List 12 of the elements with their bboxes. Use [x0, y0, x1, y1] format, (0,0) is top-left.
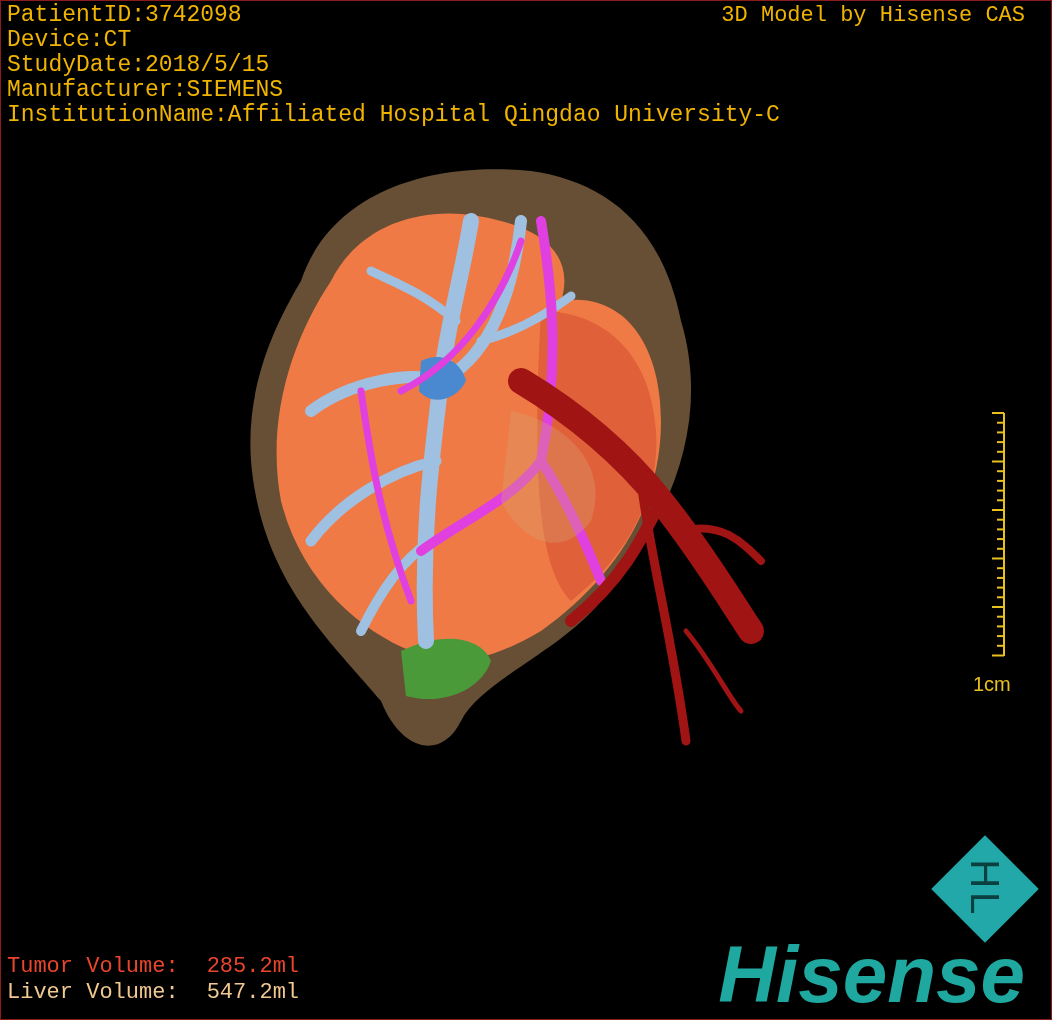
volume-label: Liver Volume:	[7, 980, 179, 1006]
logo-mark: HL	[931, 835, 1039, 943]
study-info-text: PatientID:3742098	[7, 3, 242, 28]
study-info-text: InstitutionName:Affiliated Hospital Qingdao University-C	[7, 103, 780, 128]
scale-label: 1cm	[973, 672, 1011, 697]
study-info-text: Manufacturer:SIEMENS	[7, 78, 284, 103]
study-info-text: StudyDate:2018/5/15	[7, 53, 270, 78]
volume-value: 547.2ml	[206, 980, 300, 1006]
volume-label: Tumor Volume:	[7, 954, 179, 980]
viewer-title: 3D Model by Hisense CAS	[721, 3, 1025, 28]
volume-value: 285.2ml	[206, 954, 300, 980]
study-info-text: Device:CT	[7, 28, 132, 53]
